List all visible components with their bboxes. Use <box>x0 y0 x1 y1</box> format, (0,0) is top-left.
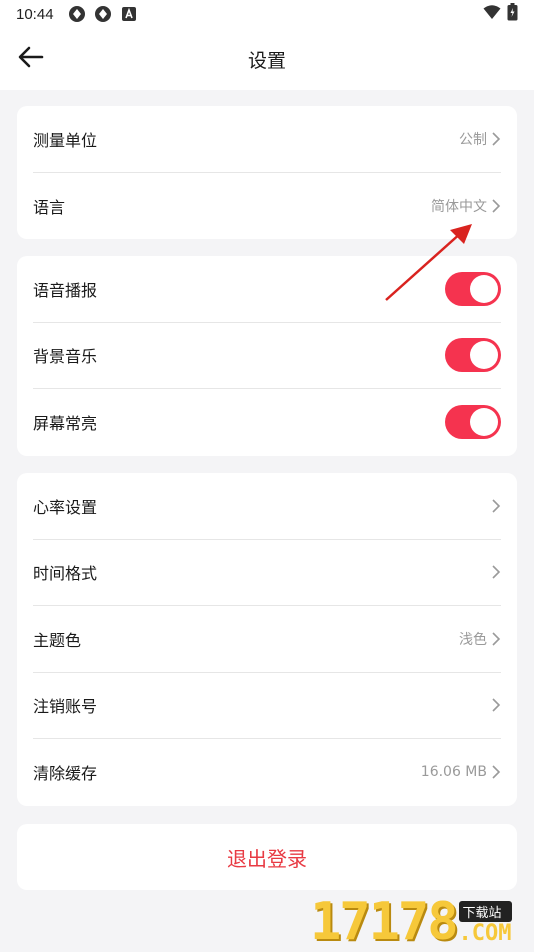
settings-group-general: 心率设置 时间格式 主题色 浅色 注销账号 清除缓存 16.06 MB <box>17 473 517 806</box>
chevron-right-icon <box>491 565 501 579</box>
row-label: 心率设置 <box>33 497 98 517</box>
row-heart-rate-settings[interactable]: 心率设置 <box>33 473 501 540</box>
row-background-music: 背景音乐 <box>33 323 501 389</box>
row-right <box>491 698 501 712</box>
background-music-toggle[interactable] <box>445 338 501 373</box>
row-label: 清除缓存 <box>33 764 98 784</box>
sync-icon <box>94 5 112 23</box>
row-label: 主题色 <box>33 630 82 650</box>
watermark-tag: 下载站 <box>458 901 512 922</box>
row-value: 浅色 <box>459 631 487 648</box>
row-theme-color[interactable]: 主题色 浅色 <box>33 606 501 673</box>
row-voice-broadcast: 语音播报 <box>33 256 501 323</box>
settings-group-units-language: 测量单位 公制 语言 简体中文 <box>17 106 517 239</box>
watermark-suffix: .COM <box>458 921 512 946</box>
toggle-knob <box>470 341 498 370</box>
row-label: 测量单位 <box>33 130 98 150</box>
status-time: 10:44 <box>16 5 54 23</box>
row-language[interactable]: 语言 简体中文 <box>33 173 501 240</box>
battery-icon <box>507 3 518 25</box>
row-right: 简体中文 <box>431 196 501 216</box>
row-clear-cache[interactable]: 清除缓存 16.06 MB <box>33 739 501 806</box>
row-right <box>491 499 501 513</box>
logout-button[interactable]: 退出登录 <box>17 824 517 890</box>
app-bar: 设置 <box>0 28 534 90</box>
chevron-right-icon <box>491 698 501 712</box>
row-right <box>491 565 501 579</box>
settings-group-toggles: 语音播报 背景音乐 屏幕常亮 <box>17 256 517 456</box>
chevron-right-icon <box>491 132 501 146</box>
notification-a-icon <box>120 5 138 23</box>
page-title: 设置 <box>247 49 286 72</box>
row-value: 16.06 MB <box>420 764 487 781</box>
row-label: 屏幕常亮 <box>33 414 98 434</box>
row-value: 简体中文 <box>431 198 487 215</box>
watermark-number: 17178 <box>310 892 459 952</box>
back-button[interactable] <box>12 40 50 78</box>
row-label: 背景音乐 <box>33 347 98 367</box>
row-measurement-unit[interactable]: 测量单位 公制 <box>33 106 501 173</box>
row-label: 语音播报 <box>33 280 98 300</box>
screen-always-on-toggle[interactable] <box>445 405 501 440</box>
row-delete-account[interactable]: 注销账号 <box>33 673 501 739</box>
status-right <box>483 3 518 25</box>
back-arrow-icon <box>18 46 44 72</box>
logout-label: 退出登录 <box>227 846 307 871</box>
row-time-format[interactable]: 时间格式 <box>33 540 501 606</box>
sync-icon <box>68 5 86 23</box>
site-watermark: 17178 下载站 .COM <box>310 888 534 950</box>
watermark-side: 下载站 .COM <box>458 901 512 946</box>
row-right: 16.06 MB <box>421 764 501 780</box>
status-bar: 10:44 <box>0 0 534 28</box>
chevron-right-icon <box>491 632 501 646</box>
row-label: 注销账号 <box>33 697 98 717</box>
voice-broadcast-toggle[interactable] <box>445 271 501 306</box>
chevron-right-icon <box>491 765 501 779</box>
row-right: 公制 <box>459 129 501 149</box>
row-label: 语言 <box>33 197 66 217</box>
row-label: 时间格式 <box>33 564 98 584</box>
row-right: 浅色 <box>459 629 501 649</box>
toggle-knob <box>470 274 498 303</box>
row-value: 公制 <box>459 131 487 148</box>
row-screen-always-on: 屏幕常亮 <box>33 389 501 456</box>
wifi-icon <box>483 4 501 24</box>
toggle-knob <box>470 408 498 437</box>
chevron-right-icon <box>491 499 501 513</box>
chevron-right-icon <box>491 199 501 213</box>
